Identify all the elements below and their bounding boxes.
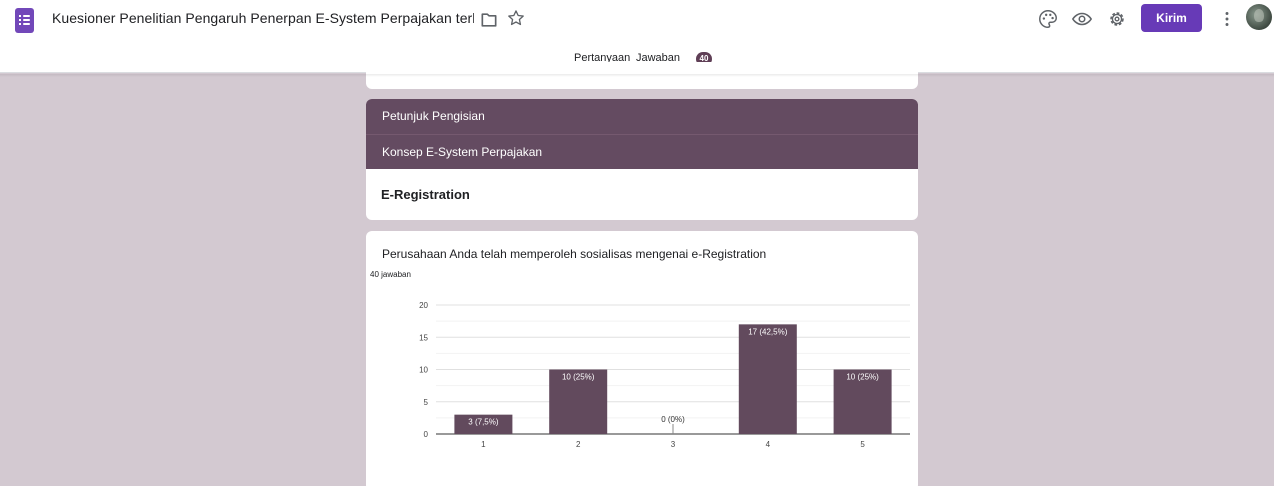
y-tick-label: 5	[424, 398, 429, 407]
x-tick-label: 1	[481, 440, 486, 449]
settings-gear-icon[interactable]	[1106, 8, 1128, 30]
x-tick-label: 5	[860, 440, 865, 449]
bar-data-label: 0 (0%)	[661, 415, 685, 424]
avatar[interactable]	[1246, 4, 1272, 30]
y-tick-label: 15	[419, 333, 428, 342]
y-tick-label: 0	[424, 430, 429, 439]
forms-logo-icon[interactable]	[15, 8, 34, 33]
bar-data-label: 3 (7,5%)	[468, 418, 499, 427]
document-title[interactable]: Kuesioner Penelitian Pengaruh Penerpan E…	[52, 10, 474, 26]
more-vert-icon[interactable]	[1216, 8, 1238, 30]
x-tick-label: 4	[766, 440, 771, 449]
bar-chart: 0 5 10 15 20 3 (7,5%) 1 10 (25%) 2 0 (0%) 3 17 (42,…	[419, 301, 910, 449]
star-icon[interactable]	[506, 8, 526, 28]
bar-data-label: 10 (25%)	[846, 373, 879, 382]
chart-bar[interactable]	[738, 324, 797, 434]
y-tick-label: 10	[419, 366, 428, 375]
question-card: Perusahaan Anda telah memperoleh sosiali…	[366, 231, 918, 486]
x-tick-label: 2	[576, 440, 581, 449]
section-header-instructions[interactable]: Petunjuk Pengisian	[366, 99, 918, 134]
palette-icon[interactable]	[1037, 8, 1059, 30]
form-content-area[interactable]: Petunjuk Pengisian Konsep E-System Perpa…	[0, 62, 1274, 486]
bar-data-label: 17 (42,5%)	[748, 327, 787, 336]
subsection-title: E-Registration	[381, 187, 470, 202]
x-tick-label: 3	[671, 440, 676, 449]
section-card: Petunjuk Pengisian Konsep E-System Perpa…	[366, 99, 918, 220]
section-header-concept[interactable]: Konsep E-System Perpajakan	[366, 134, 918, 169]
previous-card	[366, 62, 918, 89]
y-tick-label: 20	[419, 301, 428, 310]
preview-eye-icon[interactable]	[1071, 8, 1093, 30]
send-button[interactable]: Kirim	[1141, 4, 1202, 32]
bar-data-label: 10 (25%)	[562, 373, 595, 382]
folder-icon[interactable]	[479, 10, 499, 30]
